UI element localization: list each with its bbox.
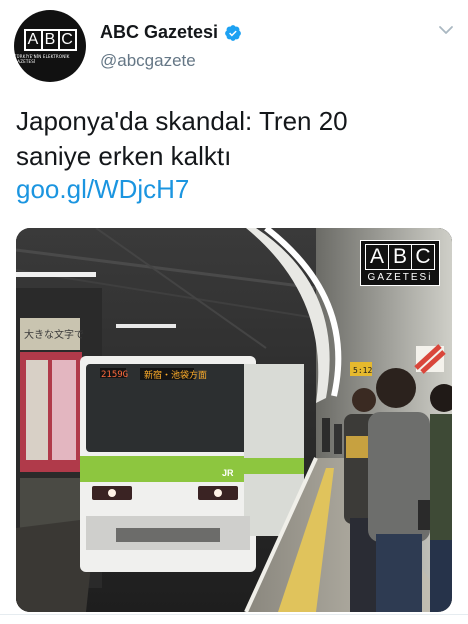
display-name[interactable]: ABC Gazetesi: [100, 22, 218, 43]
divider: [0, 614, 468, 615]
watermark-letter-c: C: [415, 245, 431, 268]
station-clock: 5:12: [353, 366, 372, 375]
passengers: [344, 368, 452, 612]
tweet-text-line-1: Japonya'da skandal: Tren 20: [16, 106, 348, 136]
watermark-letter-a: A: [366, 245, 389, 269]
verified-badge-icon: [225, 24, 241, 41]
avatar-letter-b: B: [43, 30, 60, 49]
tweet-text: Japonya'da skandal: Tren 20 saniye erken…: [16, 104, 456, 174]
avatar-letter-c: C: [61, 30, 73, 48]
avatar-logo: A B C: [23, 28, 77, 51]
destination-sign: 新宿・池袋方面: [144, 369, 207, 381]
tweet-link[interactable]: goo.gl/WDjcH7: [16, 172, 189, 207]
tweet-media[interactable]: 2159G 新宿・池袋方面 JR 大きな文字で 5:12 A B C GAZET…: [16, 228, 452, 612]
handle[interactable]: @abcgazete: [100, 51, 196, 71]
watermark-letter-b: B: [389, 245, 412, 269]
watermark-subtitle: GAZETESi: [367, 272, 433, 283]
avatar[interactable]: A B C TÜRKİYE'NİN ELEKTRONİK GAZETESİ: [14, 10, 86, 82]
jr-logo: JR: [222, 468, 234, 478]
tweet-text-line-2: saniye erken kalktı: [16, 141, 232, 171]
watermark-logo: A B C GAZETESi: [360, 240, 440, 286]
station-sign: 大きな文字で: [24, 328, 84, 341]
name-row[interactable]: ABC Gazetesi: [100, 22, 242, 43]
avatar-letter-a: A: [26, 30, 43, 49]
train-number-display: 2159G: [101, 370, 128, 380]
avatar-subtitle: TÜRKİYE'NİN ELEKTRONİK GAZETESİ: [14, 53, 70, 64]
chevron-down-icon[interactable]: [438, 22, 454, 38]
